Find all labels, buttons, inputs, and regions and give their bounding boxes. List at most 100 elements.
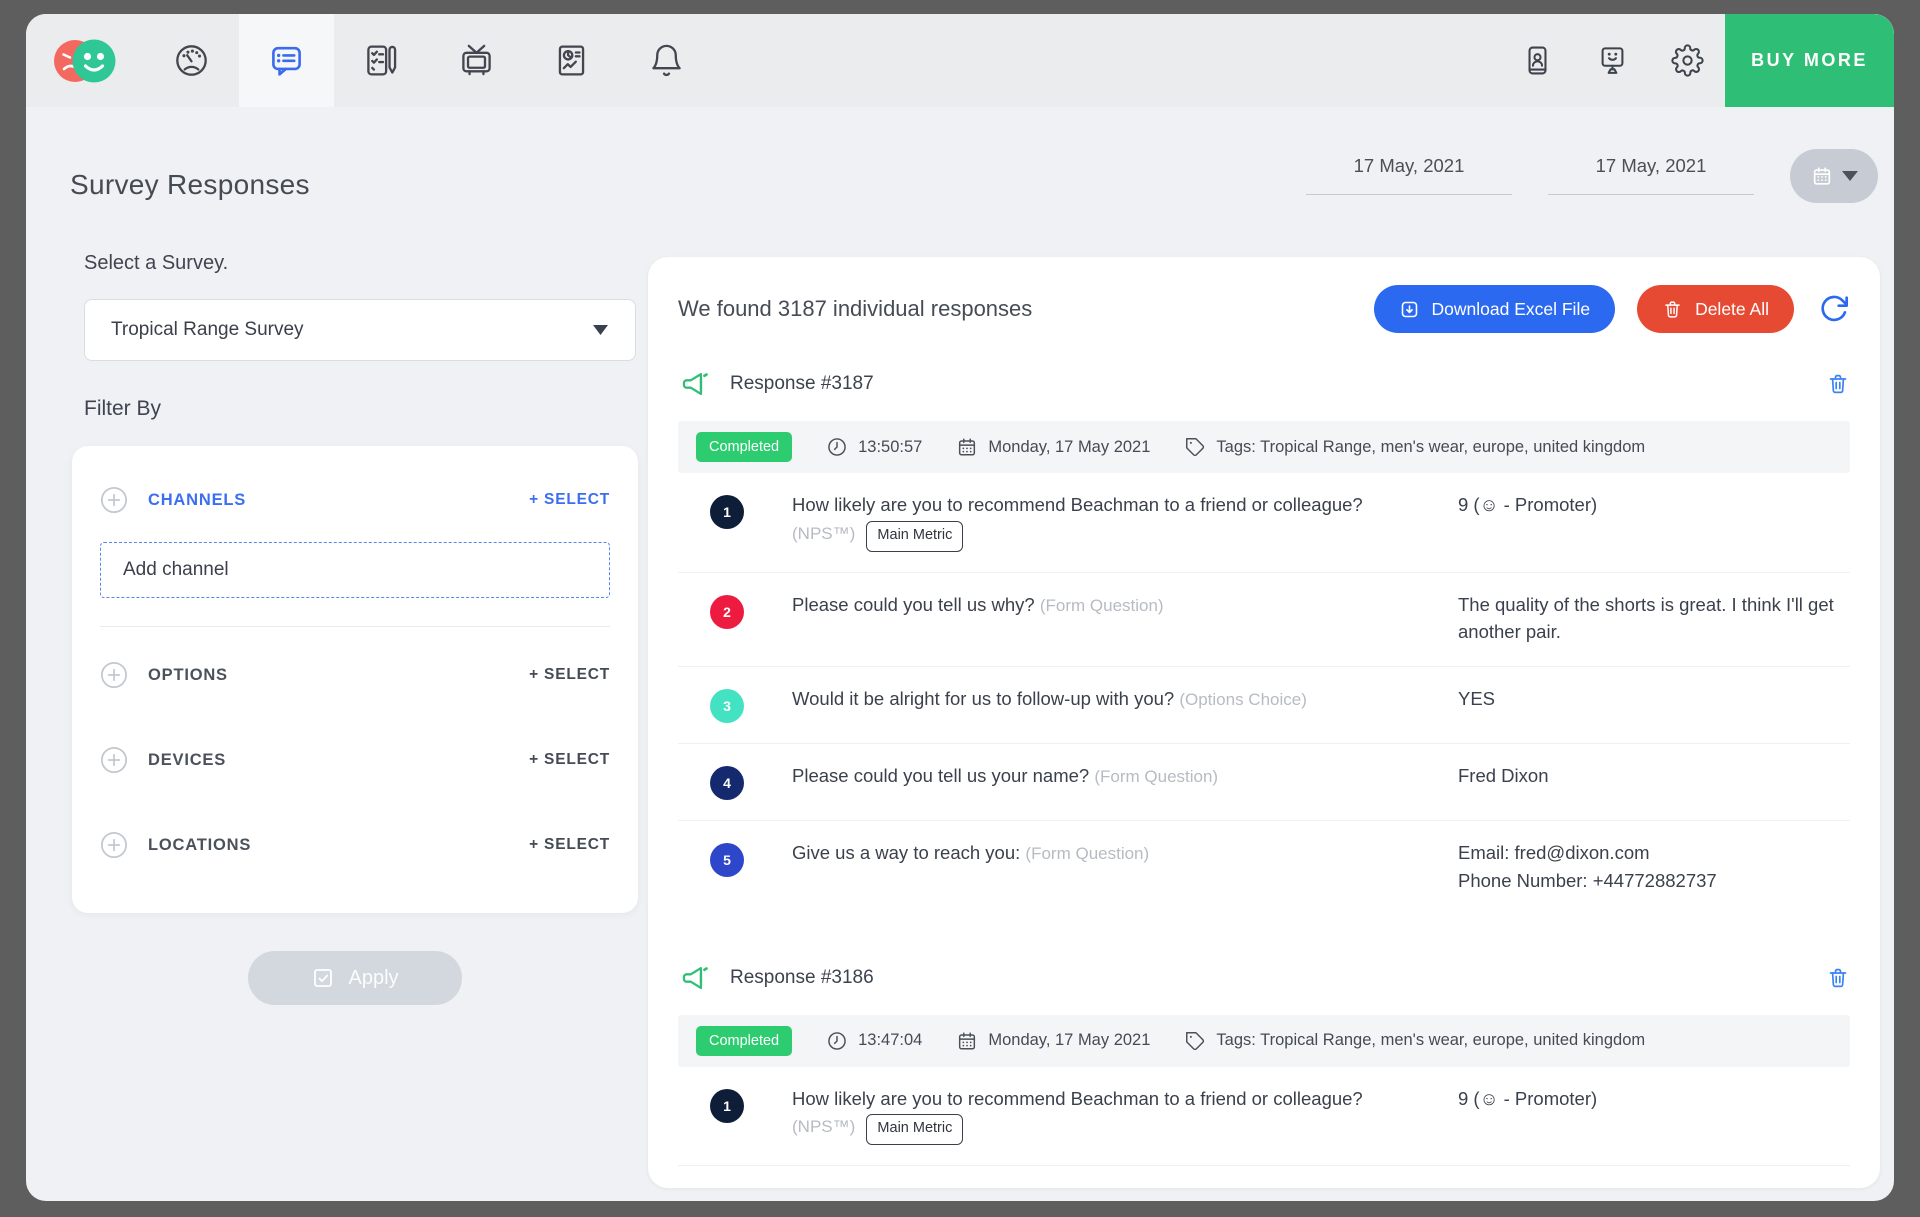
- filter-label-locations: LOCATIONS: [148, 836, 529, 855]
- response-block: Response #3186 Completed: [678, 961, 1850, 1189]
- response-title: Response #3187: [730, 373, 1826, 395]
- response-header: Response #3186: [678, 961, 1850, 995]
- question-text: Please could you tell us your name? (For…: [712, 762, 1458, 790]
- select-channels-link[interactable]: + SELECT: [529, 491, 610, 509]
- qa-row: 4 Please could you tell us your name? (F…: [678, 744, 1850, 821]
- results-count: We found 3187 individual responses: [678, 296, 1374, 322]
- trash-icon: [1826, 371, 1850, 397]
- gear-icon: [1671, 44, 1704, 77]
- delete-response-button[interactable]: [1826, 965, 1850, 991]
- status-badge: Completed: [696, 1026, 792, 1056]
- refresh-button[interactable]: [1818, 293, 1850, 325]
- calendar-icon: [956, 436, 978, 458]
- plus-circle-icon[interactable]: [100, 661, 128, 689]
- response-date: Monday, 17 May 2021: [956, 1030, 1150, 1052]
- response-date: Monday, 17 May 2021: [956, 436, 1150, 458]
- answer-text: 9 (☺ - Promoter): [1458, 1085, 1850, 1113]
- apply-button-label: Apply: [348, 967, 398, 990]
- megaphone-icon: [678, 961, 714, 995]
- filter-row-channels: CHANNELS + SELECT: [100, 480, 610, 520]
- contact-card-icon: [1521, 44, 1554, 77]
- apply-button[interactable]: Apply: [248, 951, 462, 1005]
- nav-tab-channels[interactable]: [429, 14, 524, 107]
- chevron-down-icon: [592, 324, 609, 336]
- app-logo[interactable]: [26, 14, 144, 107]
- page-title: Survey Responses: [70, 169, 310, 201]
- answer-text: Fred Dixon: [1458, 762, 1850, 790]
- date-to-input[interactable]: 17 May, 2021: [1548, 155, 1754, 195]
- answer-text: The quality of the shorts is great. I th…: [1458, 591, 1850, 647]
- filter-row-options: OPTIONS + SELECT: [100, 655, 610, 695]
- nav-tab-dashboard[interactable]: [144, 14, 239, 107]
- add-channel-dropzone[interactable]: Add channel: [100, 542, 610, 598]
- filter-label-options: OPTIONS: [148, 666, 529, 685]
- checklist-pen-icon: [363, 42, 400, 79]
- qa-row: 2 Please could you tell us why? (Form Qu…: [678, 1166, 1850, 1188]
- select-options-link[interactable]: + SELECT: [529, 666, 610, 684]
- answer-text: Email: fred@dixon.com Phone Number: +447…: [1458, 839, 1850, 895]
- chevron-down-icon: [1842, 171, 1858, 181]
- answer-text: I love the new Tropical range. The: [1458, 1184, 1850, 1188]
- status-badge: Completed: [696, 432, 792, 462]
- filter-label-channels: CHANNELS: [148, 491, 529, 510]
- response-tags: Tags: Tropical Range, men's wear, europe…: [1184, 1030, 1645, 1052]
- buy-more-button[interactable]: BUY MORE: [1725, 14, 1894, 107]
- delete-response-button[interactable]: [1826, 371, 1850, 397]
- delete-all-button[interactable]: Delete All: [1637, 285, 1794, 333]
- filter-row-devices: DEVICES + SELECT: [100, 740, 610, 780]
- plus-circle-icon[interactable]: [100, 486, 128, 514]
- megaphone-icon: [678, 367, 714, 401]
- qa-row: 1 How likely are you to recommend Beachm…: [678, 473, 1850, 573]
- kiosk-smiley-icon: [1596, 44, 1629, 77]
- date-from-input[interactable]: 17 May, 2021: [1306, 155, 1512, 195]
- plus-circle-icon[interactable]: [100, 831, 128, 859]
- download-excel-button[interactable]: Download Excel File: [1374, 285, 1616, 333]
- clock-icon: [826, 1030, 848, 1052]
- bell-icon: [648, 42, 685, 79]
- date-range-button[interactable]: [1790, 149, 1878, 203]
- qa-row: 2 Please could you tell us why? (Form Qu…: [678, 573, 1850, 668]
- content-area: Survey Responses 17 May, 2021 17 May, 20…: [26, 107, 1894, 1201]
- trash-icon: [1826, 965, 1850, 991]
- qa-row: 1 How likely are you to recommend Beachm…: [678, 1067, 1850, 1167]
- nav-tab-notifications[interactable]: [619, 14, 714, 107]
- gauge-icon: [173, 42, 210, 79]
- select-locations-link[interactable]: + SELECT: [529, 836, 610, 854]
- top-nav: BUY MORE: [26, 14, 1894, 107]
- filter-card: CHANNELS + SELECT Add channel OPTIONS + …: [72, 446, 638, 913]
- qa-row: 3 Would it be alright for us to follow-u…: [678, 667, 1850, 744]
- date-range: 17 May, 2021 17 May, 2021: [1306, 155, 1878, 203]
- tag-icon: [1184, 436, 1206, 458]
- select-devices-link[interactable]: + SELECT: [529, 751, 610, 769]
- answer-text: YES: [1458, 685, 1850, 713]
- response-meta-bar: Completed 13:47:04 Monday, 17 M: [678, 1015, 1850, 1067]
- filter-by-heading: Filter By: [84, 397, 638, 421]
- select-survey-label: Select a Survey.: [84, 252, 638, 275]
- tag-icon: [1184, 1030, 1206, 1052]
- chat-list-icon: [268, 42, 305, 79]
- question-text: How likely are you to recommend Beachman…: [712, 1085, 1458, 1146]
- settings-icon[interactable]: [1650, 14, 1725, 107]
- filter-label-devices: DEVICES: [148, 751, 529, 770]
- survey-select[interactable]: Tropical Range Survey: [84, 299, 636, 361]
- nav-tab-reports[interactable]: [524, 14, 619, 107]
- question-text: Give us a way to reach you: (Form Questi…: [712, 839, 1458, 867]
- response-tags: Tags: Tropical Range, men's wear, europe…: [1184, 436, 1645, 458]
- question-text: Would it be alright for us to follow-up …: [712, 685, 1458, 713]
- divider: [100, 626, 610, 627]
- nav-tab-surveys[interactable]: [334, 14, 429, 107]
- response-block: Response #3187 Completed: [678, 367, 1850, 915]
- response-header: Response #3187: [678, 367, 1850, 401]
- qa-row: 5 Give us a way to reach you: (Form Ques…: [678, 821, 1850, 915]
- plus-circle-icon[interactable]: [100, 746, 128, 774]
- download-icon: [1399, 299, 1420, 320]
- report-icon: [553, 42, 590, 79]
- panel-header: We found 3187 individual responses Downl…: [678, 285, 1850, 333]
- display-icon[interactable]: [1575, 14, 1650, 107]
- nav-tab-responses[interactable]: [239, 14, 334, 107]
- response-meta-bar: Completed 13:50:57 Monday, 17 M: [678, 421, 1850, 473]
- clock-icon: [826, 436, 848, 458]
- contacts-icon[interactable]: [1500, 14, 1575, 107]
- calendar-icon: [1811, 165, 1833, 187]
- response-time: 13:47:04: [826, 1030, 922, 1052]
